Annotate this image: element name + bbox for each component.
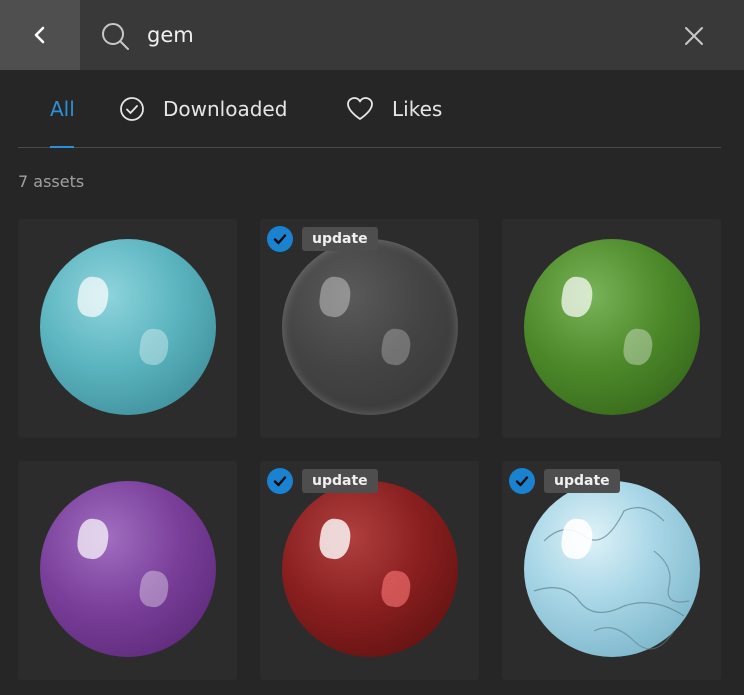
search-bar (0, 0, 744, 70)
downloaded-check-icon (509, 468, 535, 494)
tab-likes-label: Likes (392, 96, 443, 121)
asset-card[interactable] (18, 461, 237, 680)
asset-card[interactable]: update (260, 219, 479, 438)
material-preview (40, 481, 216, 657)
active-tab-indicator (50, 146, 74, 148)
tab-downloaded[interactable]: Downloaded (119, 70, 287, 147)
update-badge: update (302, 227, 378, 251)
search-input[interactable] (147, 20, 647, 50)
marble-veins (533, 507, 690, 650)
material-preview (524, 239, 700, 415)
material-preview (282, 481, 458, 657)
material-preview (524, 481, 700, 657)
tab-likes[interactable]: Likes (346, 70, 442, 147)
search-icon (102, 23, 129, 50)
tab-downloaded-label: Downloaded (163, 96, 288, 121)
asset-count: 7 assets (18, 172, 85, 191)
specular-highlight (137, 569, 171, 609)
tab-all-label: All (50, 96, 75, 121)
update-badge: update (544, 469, 620, 493)
asset-card[interactable]: update (260, 461, 479, 680)
tab-all[interactable]: All (50, 70, 75, 148)
material-preview (40, 239, 216, 415)
downloaded-check-icon (267, 226, 293, 252)
close-icon[interactable] (680, 22, 708, 50)
asset-card[interactable]: update (502, 461, 721, 680)
specular-highlight (621, 327, 655, 367)
asset-card[interactable] (18, 219, 237, 438)
specular-highlight (75, 275, 111, 319)
update-badge: update (302, 469, 378, 493)
specular-highlight (317, 275, 353, 319)
specular-highlight (559, 275, 595, 319)
check-circle-icon (120, 96, 144, 121)
specular-highlight (379, 569, 413, 609)
material-preview (282, 239, 458, 415)
specular-highlight (75, 517, 111, 561)
chevron-left-icon (34, 26, 45, 44)
filter-tabs: All Downloaded Likes (18, 70, 721, 148)
specular-highlight (137, 327, 171, 367)
heart-icon (347, 96, 373, 120)
back-button[interactable] (0, 0, 80, 70)
specular-highlight (379, 327, 413, 367)
downloaded-check-icon (267, 468, 293, 494)
asset-card[interactable] (502, 219, 721, 438)
specular-highlight (317, 517, 353, 561)
